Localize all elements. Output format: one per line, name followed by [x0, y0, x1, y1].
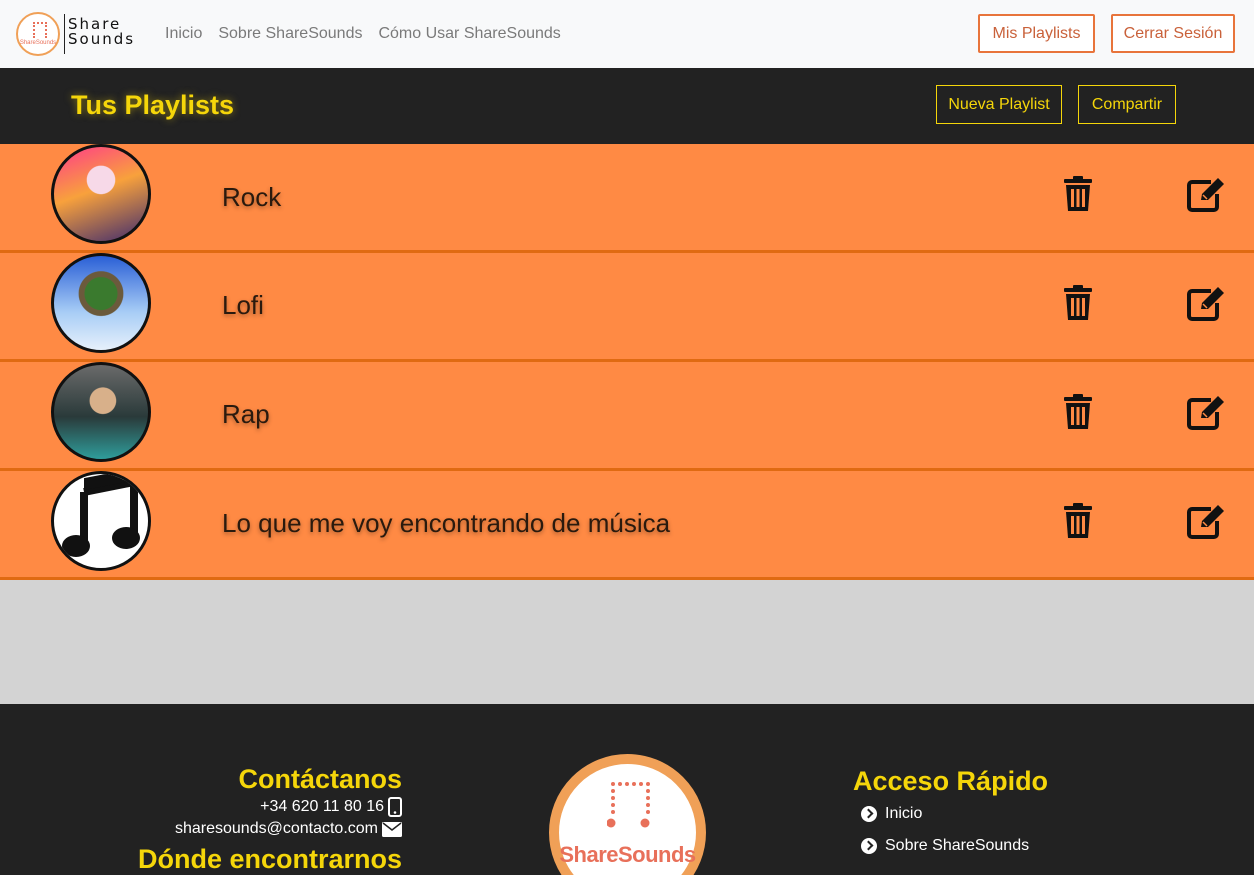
playlist-list: Rock Lofi Rap Lo que me voy encontrando …: [0, 144, 1254, 580]
contact-title: Contáctanos: [238, 764, 402, 794]
brand-divider: [64, 14, 65, 54]
nav-link-como-usar[interactable]: Cómo Usar ShareSounds: [378, 24, 560, 44]
footer-logo-text: ShareSounds: [559, 842, 696, 867]
trash-icon[interactable]: [1063, 394, 1093, 430]
nav-link-sobre[interactable]: Sobre ShareSounds: [218, 24, 362, 44]
quick-link-inicio[interactable]: Inicio: [861, 798, 1048, 830]
playlists-header: Tus Playlists Nueva Playlist Compartir: [0, 68, 1254, 144]
quick-access-section: Acceso Rápido Inicio Sobre ShareSounds: [853, 764, 1048, 862]
nav-link-inicio[interactable]: Inicio: [165, 24, 202, 44]
quick-link-label: Inicio: [885, 805, 923, 822]
nav-links: Inicio Sobre ShareSounds Cómo Usar Share…: [165, 24, 577, 44]
brand-mini-text: ShareSounds: [19, 40, 57, 46]
edit-icon[interactable]: [1187, 394, 1225, 430]
page-title: Tus Playlists: [71, 90, 235, 120]
music-note-icon: [33, 22, 47, 38]
playlist-cover-image: [51, 362, 151, 462]
chevron-right-icon: [861, 838, 877, 854]
edit-icon[interactable]: [1187, 176, 1225, 212]
edit-icon[interactable]: [1187, 503, 1225, 539]
phone-line: +34 620 11 80 16: [0, 796, 402, 818]
share-button[interactable]: Compartir: [1078, 85, 1176, 124]
chevron-right-icon: [861, 806, 877, 822]
top-navbar: ShareSounds Share Sounds Inicio Sobre Sh…: [0, 0, 1254, 68]
phone-icon: [388, 797, 402, 817]
playlist-name: Lo que me voy encontrando de música: [222, 508, 671, 538]
playlist-row[interactable]: Lo que me voy encontrando de música: [0, 471, 1254, 580]
new-playlist-button[interactable]: Nueva Playlist: [936, 85, 1062, 124]
trash-icon[interactable]: [1063, 285, 1093, 321]
logo-circle-icon: ShareSounds: [16, 12, 60, 56]
playlist-name: Lofi: [222, 290, 264, 320]
brand-logo[interactable]: ShareSounds Share Sounds: [16, 12, 136, 56]
playlist-name: Rap: [222, 399, 270, 429]
playlist-row[interactable]: Rap: [0, 362, 1254, 471]
logout-button[interactable]: Cerrar Sesión: [1111, 14, 1235, 53]
edit-icon[interactable]: [1187, 285, 1225, 321]
brand-word-2: Sounds: [68, 30, 136, 48]
quick-link-sobre[interactable]: Sobre ShareSounds: [861, 830, 1048, 862]
footer: Contáctanos +34 620 11 80 16 sharesounds…: [0, 704, 1254, 875]
my-playlists-button[interactable]: Mis Playlists: [978, 14, 1095, 53]
phone-number: +34 620 11 80 16: [260, 798, 384, 815]
quick-link-label: Sobre ShareSounds: [885, 837, 1030, 854]
music-note-icon: [51, 471, 151, 571]
trash-icon[interactable]: [1063, 176, 1093, 212]
playlist-cover-image: [51, 253, 151, 353]
envelope-icon: [382, 821, 402, 837]
footer-logo: ShareSounds: [549, 754, 706, 875]
find-us-title: Dónde encontrarnos: [137, 844, 402, 874]
playlist-name: Rock: [222, 182, 282, 212]
playlist-row[interactable]: Rock: [0, 144, 1254, 253]
contact-section: Contáctanos +34 620 11 80 16 sharesounds…: [0, 762, 402, 875]
playlist-cover-image: [51, 144, 151, 244]
email-address[interactable]: sharesounds@contacto.com: [175, 818, 378, 840]
quick-access-title: Acceso Rápido: [853, 766, 1049, 796]
trash-icon[interactable]: [1063, 503, 1093, 539]
playlist-row[interactable]: Lofi: [0, 253, 1254, 362]
email-line: sharesounds@contacto.com: [0, 818, 402, 840]
music-note-icon: [607, 782, 650, 828]
